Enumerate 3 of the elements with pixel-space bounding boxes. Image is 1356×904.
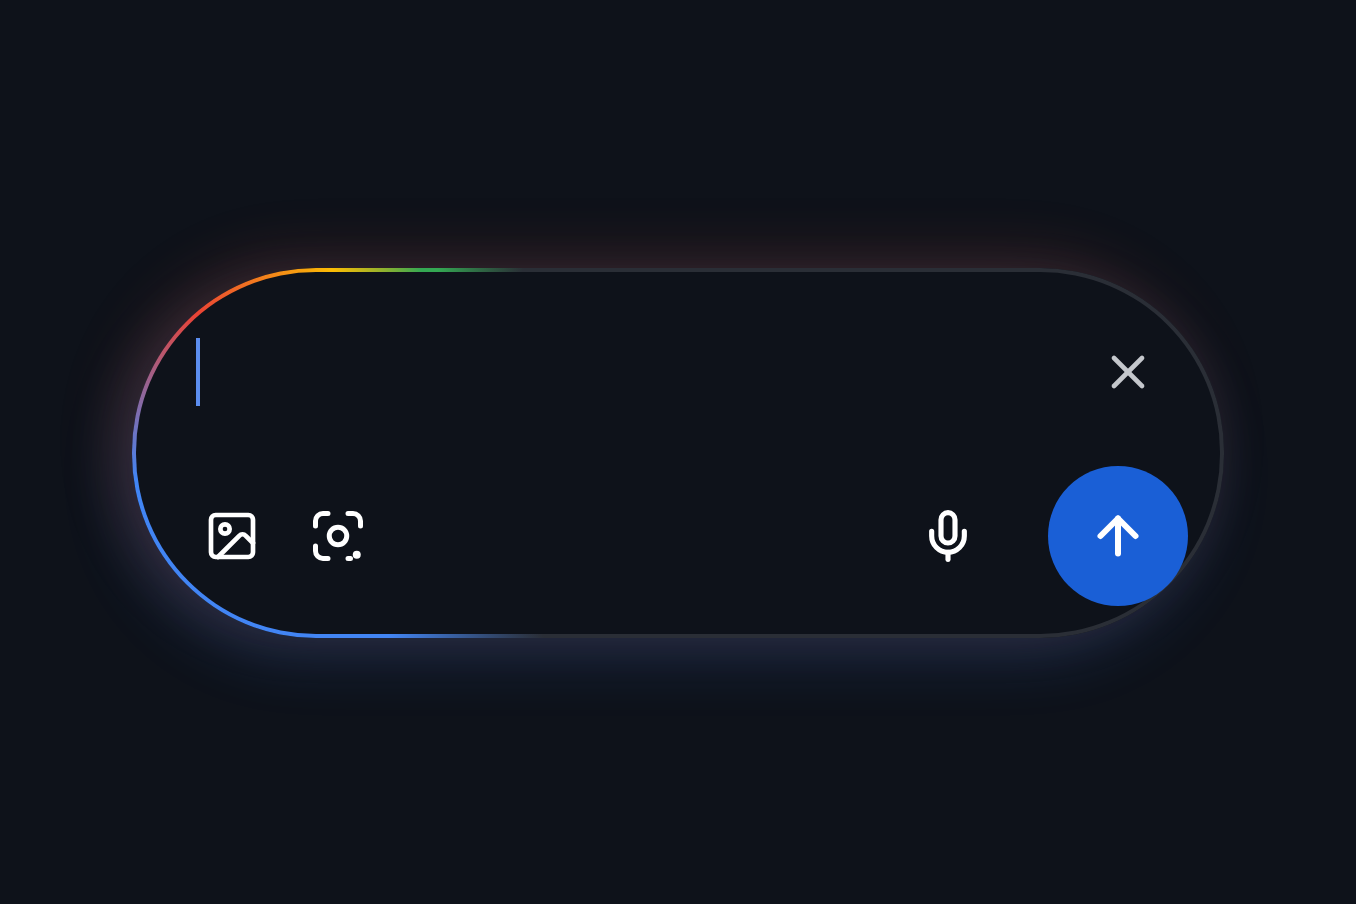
text-cursor [196, 337, 200, 405]
camera-scan-icon [308, 505, 368, 565]
image-icon [204, 507, 260, 563]
